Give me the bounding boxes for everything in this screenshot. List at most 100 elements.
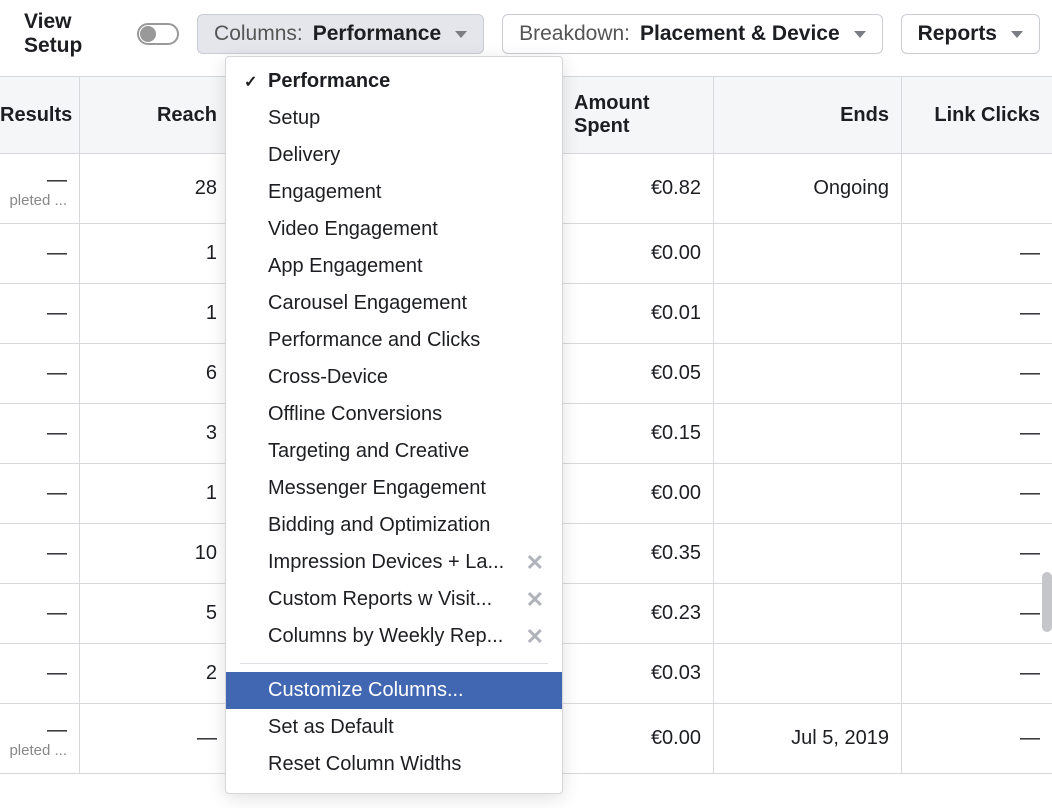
action-label: Reset Column Widths — [268, 753, 461, 776]
cell-reach: 2 — [80, 644, 230, 703]
cell-results: — — [0, 464, 80, 523]
cell-results: —pleted ... — [0, 154, 80, 223]
close-icon[interactable]: ✕ — [526, 550, 544, 576]
columns-preset-item[interactable]: Targeting and Creative — [226, 433, 562, 470]
cell-results: —pleted ... — [0, 704, 80, 773]
cell-clicks: — — [902, 584, 1052, 643]
cell-ends — [714, 584, 902, 643]
columns-preset-item[interactable]: Bidding and Optimization — [226, 507, 562, 544]
cell-amount: €0.82 — [562, 154, 714, 223]
cell-results: — — [0, 284, 80, 343]
cell-reach: 1 — [80, 464, 230, 523]
reports-dropdown-button[interactable]: Reports — [901, 14, 1040, 54]
columns-preset-item[interactable]: Setup — [226, 100, 562, 137]
preset-label: Targeting and Creative — [268, 440, 469, 463]
cell-amount: €0.00 — [562, 704, 714, 773]
scrollbar-thumb[interactable] — [1042, 572, 1052, 632]
cell-amount: €0.05 — [562, 344, 714, 403]
cell-reach: — — [80, 704, 230, 773]
columns-preset-item[interactable]: Custom Reports w Visit...✕ — [226, 581, 562, 618]
columns-preset-item[interactable]: Impression Devices + La... ✕ — [226, 544, 562, 581]
cell-results: — — [0, 524, 80, 583]
col-header-amount[interactable]: Amount Spent — [562, 77, 714, 153]
results-value: — — [47, 169, 67, 192]
view-setup-toggle[interactable]: View Setup — [24, 10, 179, 58]
columns-action-item[interactable]: Set as Default — [226, 709, 562, 746]
preset-label: Columns by Weekly Rep... — [268, 625, 503, 648]
breakdown-prefix: Breakdown: — [519, 22, 630, 46]
columns-preset-item[interactable]: Cross-Device — [226, 359, 562, 396]
results-value: — — [47, 602, 67, 625]
columns-preset-item[interactable]: App Engagement — [226, 248, 562, 285]
col-header-reach[interactable]: Reach — [80, 77, 230, 153]
chevron-down-icon — [1011, 31, 1023, 38]
preset-label: Engagement — [268, 181, 381, 204]
columns-preset-item[interactable]: Engagement — [226, 174, 562, 211]
action-label: Customize Columns... — [268, 679, 464, 702]
cell-amount: €0.00 — [562, 224, 714, 283]
cell-ends — [714, 344, 902, 403]
columns-prefix: Columns: — [214, 22, 303, 46]
breakdown-dropdown-button[interactable]: Breakdown: Placement & Device — [502, 14, 883, 54]
columns-preset-item[interactable]: Columns by Weekly Rep... ✕ — [226, 618, 562, 655]
cell-results: — — [0, 584, 80, 643]
preset-label: Impression Devices + La... — [268, 551, 504, 574]
columns-preset-item[interactable]: Carousel Engagement — [226, 285, 562, 322]
preset-label: Video Engagement — [268, 218, 438, 241]
close-icon[interactable]: ✕ — [526, 624, 544, 650]
preset-label: Carousel Engagement — [268, 292, 467, 315]
cell-clicks: — — [902, 464, 1052, 523]
preset-label: Performance and Clicks — [268, 329, 480, 352]
columns-preset-item[interactable]: Messenger Engagement — [226, 470, 562, 507]
results-value: — — [47, 242, 67, 265]
columns-dropdown-menu: ✓Performance Setup Delivery Engagement Video… — [225, 56, 563, 794]
col-header-clicks[interactable]: Link Clicks — [902, 77, 1052, 153]
cell-clicks: — — [902, 524, 1052, 583]
close-icon[interactable]: ✕ — [526, 587, 544, 613]
cell-results: — — [0, 644, 80, 703]
cell-reach: 3 — [80, 404, 230, 463]
results-value: — — [47, 542, 67, 565]
results-subtext: pleted ... — [9, 192, 67, 209]
toggle-switch-icon[interactable] — [137, 23, 179, 45]
columns-preset-item[interactable]: Offline Conversions — [226, 396, 562, 433]
columns-preset-item[interactable]: Delivery — [226, 137, 562, 174]
columns-preset-item[interactable]: Video Engagement — [226, 211, 562, 248]
results-value: — — [47, 662, 67, 685]
columns-action-item[interactable]: Reset Column Widths — [226, 746, 562, 783]
cell-results: — — [0, 224, 80, 283]
columns-preset-item[interactable]: ✓Performance — [226, 63, 562, 100]
preset-label: Performance — [268, 70, 390, 93]
results-subtext: pleted ... — [9, 742, 67, 759]
cell-reach: 10 — [80, 524, 230, 583]
cell-reach: 1 — [80, 284, 230, 343]
cell-results: — — [0, 344, 80, 403]
results-value: — — [47, 719, 67, 742]
preset-label: Cross-Device — [268, 366, 388, 389]
col-header-ends[interactable]: Ends — [714, 77, 902, 153]
cell-clicks: — — [902, 704, 1052, 773]
columns-action-item[interactable]: Customize Columns... — [226, 672, 562, 709]
columns-dropdown-button[interactable]: Columns: Performance — [197, 14, 484, 54]
results-value: — — [47, 302, 67, 325]
preset-label: Messenger Engagement — [268, 477, 486, 500]
results-value: — — [47, 482, 67, 505]
results-value: — — [47, 422, 67, 445]
preset-label: Setup — [268, 107, 320, 130]
columns-preset-item[interactable]: Performance and Clicks — [226, 322, 562, 359]
breakdown-value: Placement & Device — [640, 22, 840, 46]
cell-clicks: — — [902, 284, 1052, 343]
cell-clicks: — — [902, 644, 1052, 703]
cell-ends — [714, 224, 902, 283]
preset-label: Offline Conversions — [268, 403, 442, 426]
cell-reach: 6 — [80, 344, 230, 403]
cell-amount: €0.35 — [562, 524, 714, 583]
cell-ends — [714, 284, 902, 343]
cell-ends — [714, 464, 902, 523]
dropdown-separator — [240, 663, 548, 664]
col-header-results[interactable]: Results — [0, 77, 80, 153]
cell-reach: 28 — [80, 154, 230, 223]
action-label: Set as Default — [268, 716, 394, 739]
cell-ends: Jul 5, 2019 — [714, 704, 902, 773]
cell-amount: €0.15 — [562, 404, 714, 463]
